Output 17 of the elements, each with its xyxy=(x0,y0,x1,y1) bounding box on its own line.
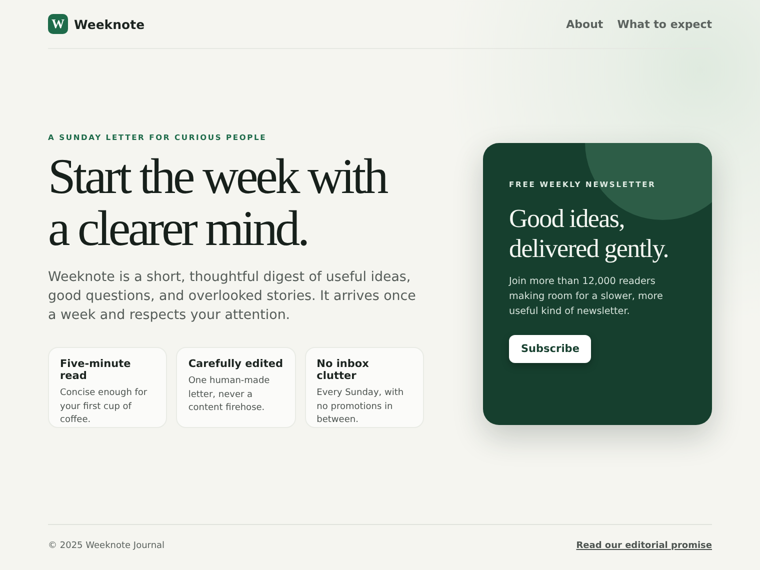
feature-title: Carefully edited xyxy=(188,358,284,370)
feature-title: No inbox clutter xyxy=(316,358,370,382)
copyright-text: © 2025 Weeknote Journal xyxy=(48,540,165,550)
brand-name: Weeknote xyxy=(74,16,145,32)
nav-link[interactable]: What to expect xyxy=(617,18,712,30)
editorial-link[interactable]: Read our editorial promise xyxy=(576,540,712,550)
logo-icon: W xyxy=(48,14,68,34)
card-heading: Good ideas, delivered gently. xyxy=(509,204,670,264)
card-text: Join more than 12,000 readers making room for a slower, more useful kind of newsletter. xyxy=(509,275,664,319)
feature-text: One human-made letter, never a content firehose. xyxy=(188,375,271,415)
feature-text: Concise enough for your first cup of coffee. xyxy=(60,387,148,427)
feature-text: Every Sunday, with no promotions in between. xyxy=(316,387,405,427)
subscribe-button[interactable]: Subscribe xyxy=(509,335,592,363)
feature-title: Five-minute read xyxy=(60,358,132,382)
hero-heading: Start the week with a clearer mind. xyxy=(48,150,388,254)
nav-link[interactable]: About xyxy=(566,18,604,30)
intro-text: Weeknote is a short, thoughtful digest of useful ideas, good questions, and overlooked stories. It arrives once a week and respects your attention. xyxy=(48,269,417,325)
